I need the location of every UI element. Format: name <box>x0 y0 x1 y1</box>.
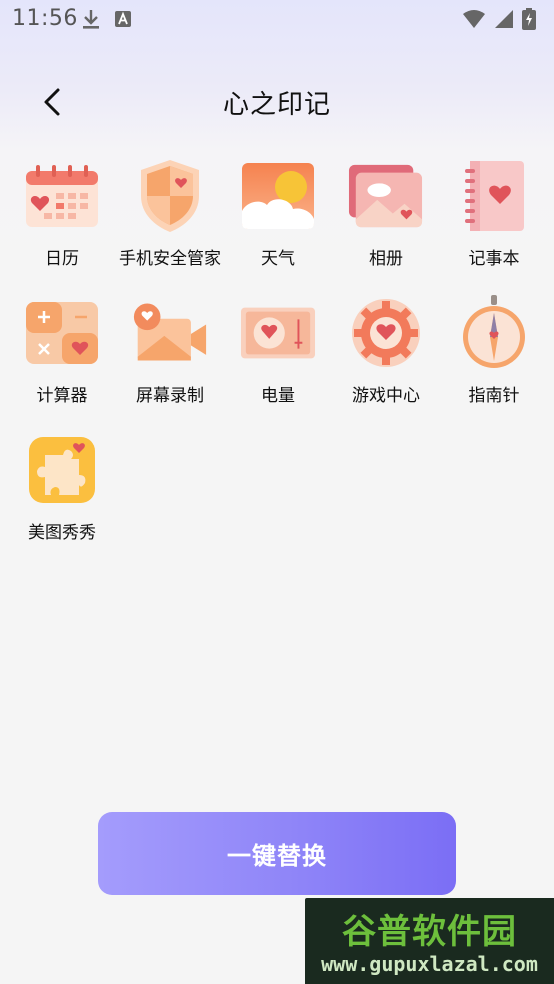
page-title: 心之印记 <box>222 90 331 120</box>
watermark-url: www.gupuxlazal.com <box>321 952 538 976</box>
app-label: 记事本 <box>468 249 520 269</box>
weather-icon <box>240 158 316 234</box>
game-center-icon <box>348 295 424 371</box>
app-label: 游戏中心 <box>352 386 420 406</box>
app-label: 手机安全管家 <box>119 249 221 269</box>
meitu-icon <box>24 432 100 508</box>
app-meitu[interactable]: 美图秀秀 <box>8 432 116 543</box>
calendar-icon <box>24 158 100 234</box>
app-label: 天气 <box>261 249 295 269</box>
wifi-icon <box>462 9 486 33</box>
album-icon <box>348 158 424 234</box>
app-calendar[interactable]: 日历 <box>8 158 116 269</box>
screen-record-icon <box>132 295 208 371</box>
app-label: 电量 <box>261 386 295 406</box>
watermark-title: 谷普软件园 <box>342 912 517 952</box>
one-click-replace-button[interactable]: 一键替换 <box>98 812 456 895</box>
status-time: 11:56 <box>12 6 78 31</box>
app-screen-record[interactable]: 屏幕录制 <box>116 295 224 406</box>
app-label: 相册 <box>369 249 403 269</box>
status-bar: 11:56 <box>0 0 554 38</box>
app-security[interactable]: 手机安全管家 <box>116 158 224 269</box>
app-calculator[interactable]: 计算器 <box>8 295 116 406</box>
app-battery[interactable]: 电量 <box>224 295 332 406</box>
app-label: 计算器 <box>36 386 88 406</box>
app-game-center[interactable]: 游戏中心 <box>332 295 440 406</box>
app-label: 指南针 <box>468 386 520 406</box>
download-icon <box>82 8 100 34</box>
app-compass[interactable]: 指南针 <box>440 295 548 406</box>
header: 心之印记 <box>0 72 554 132</box>
a-notification-icon <box>114 10 132 32</box>
app-label: 美图秀秀 <box>28 523 96 543</box>
battery-charging-icon <box>522 8 536 34</box>
app-album[interactable]: 相册 <box>332 158 440 269</box>
battery-icon <box>240 295 316 371</box>
watermark: 谷普软件园 www.gupuxlazal.com <box>305 898 554 984</box>
app-grid: 日历 手机安全管家 天气 相册 记事本 计算器 屏幕录制 电量 游戏中心 指南针… <box>8 158 548 543</box>
signal-icon <box>494 9 514 33</box>
calculator-icon <box>24 295 100 371</box>
app-notebook[interactable]: 记事本 <box>440 158 548 269</box>
app-label: 屏幕录制 <box>136 386 204 406</box>
app-weather[interactable]: 天气 <box>224 158 332 269</box>
app-label: 日历 <box>45 249 79 269</box>
compass-icon <box>456 295 532 371</box>
shield-icon <box>132 158 208 234</box>
notebook-icon <box>456 158 532 234</box>
